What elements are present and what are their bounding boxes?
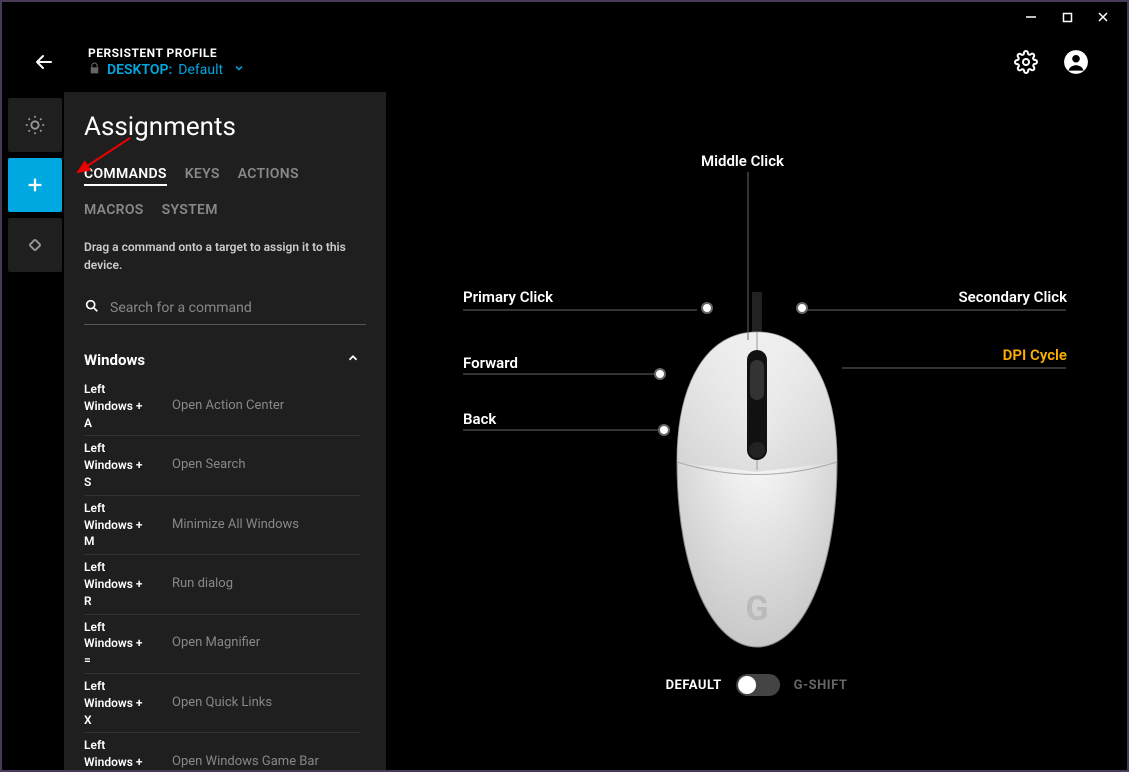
callout-primary-click[interactable]: Primary Click xyxy=(463,288,553,306)
profile-selector[interactable]: DESKTOP: Default xyxy=(88,62,1011,79)
dot-secondary xyxy=(796,302,808,314)
lock-icon xyxy=(88,62,101,79)
command-item[interactable]: LeftWindows +=Open Magnifier xyxy=(84,615,360,674)
settings-button[interactable] xyxy=(1011,47,1041,77)
toggle-label-default: DEFAULT xyxy=(666,678,722,693)
nav-assignments[interactable] xyxy=(8,158,62,212)
dot-back xyxy=(658,424,670,436)
search-input[interactable] xyxy=(110,300,366,316)
command-key: LeftWindows +X xyxy=(84,678,172,728)
command-desc: Open Quick Links xyxy=(172,695,272,712)
dot-forward xyxy=(654,368,666,380)
command-item[interactable]: LeftWindows +XOpen Quick Links xyxy=(84,674,360,733)
toggle-label-gshift: G-SHIFT xyxy=(794,678,848,693)
mode-toggle[interactable] xyxy=(736,674,780,696)
nav-sensitivity[interactable] xyxy=(8,218,62,272)
svg-text:G: G xyxy=(745,589,768,629)
category-header[interactable]: Windows xyxy=(84,343,360,377)
profile-name: Default xyxy=(178,62,223,78)
search-row xyxy=(84,292,366,325)
back-button[interactable] xyxy=(24,42,64,82)
minimize-button[interactable] xyxy=(1013,3,1049,31)
command-item[interactable]: LeftWindows +SOpen Search xyxy=(84,436,360,495)
panel-hint: Drag a command onto a target to assign i… xyxy=(84,238,366,274)
command-desc: Open Windows Game Bar xyxy=(172,754,319,770)
command-key: LeftWindows += xyxy=(84,619,172,669)
command-item[interactable]: LeftWindows +RRun dialog xyxy=(84,555,360,614)
assignments-panel: Assignments COMMANDS KEYS ACTIONS MACROS… xyxy=(64,92,386,770)
dot-primary xyxy=(701,302,713,314)
profile-label: PERSISTENT PROFILE xyxy=(88,46,1011,60)
callout-back[interactable]: Back xyxy=(463,410,496,428)
command-item[interactable]: LeftWindows +GOpen Windows Game Bar xyxy=(84,733,360,770)
search-icon xyxy=(84,298,100,318)
command-desc: Minimize All Windows xyxy=(172,517,299,534)
tab-actions[interactable]: ACTIONS xyxy=(238,166,299,186)
command-desc: Open Magnifier xyxy=(172,635,260,652)
side-nav xyxy=(2,92,64,770)
tab-commands[interactable]: COMMANDS xyxy=(84,166,167,186)
close-button[interactable] xyxy=(1085,3,1121,31)
desktop-label: DESKTOP: xyxy=(107,62,172,78)
command-item[interactable]: LeftWindows +AOpen Action Center xyxy=(84,377,360,436)
device-stage: G Middle Click Primary Click Secondary C… xyxy=(386,92,1127,770)
titlebar xyxy=(2,2,1127,32)
command-list[interactable]: Windows LeftWindows +AOpen Action Center… xyxy=(84,343,366,770)
callout-middle-click[interactable]: Middle Click xyxy=(701,152,784,170)
maximize-button[interactable] xyxy=(1049,3,1085,31)
panel-tabs: COMMANDS KEYS ACTIONS MACROS SYSTEM xyxy=(84,166,366,218)
command-key: LeftWindows +G xyxy=(84,737,172,770)
category-label: Windows xyxy=(84,351,145,369)
topbar: PERSISTENT PROFILE DESKTOP: Default xyxy=(2,32,1127,92)
callout-forward[interactable]: Forward xyxy=(463,354,518,372)
tab-macros[interactable]: MACROS xyxy=(84,202,144,218)
command-key: LeftWindows +M xyxy=(84,500,172,550)
tab-keys[interactable]: KEYS xyxy=(185,166,220,186)
nav-lighting[interactable] xyxy=(8,98,62,152)
mode-toggle-row: DEFAULT G-SHIFT xyxy=(666,674,848,696)
command-item[interactable]: LeftWindows +MMinimize All Windows xyxy=(84,496,360,555)
callout-dpi-cycle[interactable]: DPI Cycle xyxy=(1003,346,1067,364)
panel-title: Assignments xyxy=(84,112,366,142)
account-button[interactable] xyxy=(1061,47,1091,77)
command-desc: Run dialog xyxy=(172,576,233,593)
callout-secondary-click[interactable]: Secondary Click xyxy=(959,288,1067,306)
command-key: LeftWindows +A xyxy=(84,381,172,431)
chevron-up-icon xyxy=(346,351,360,369)
command-key: LeftWindows +S xyxy=(84,440,172,490)
tab-system[interactable]: SYSTEM xyxy=(162,202,218,218)
command-key: LeftWindows +R xyxy=(84,559,172,609)
command-desc: Open Search xyxy=(172,457,245,474)
command-desc: Open Action Center xyxy=(172,398,284,415)
mouse-illustration: G xyxy=(657,292,857,652)
chevron-down-icon xyxy=(233,62,245,78)
